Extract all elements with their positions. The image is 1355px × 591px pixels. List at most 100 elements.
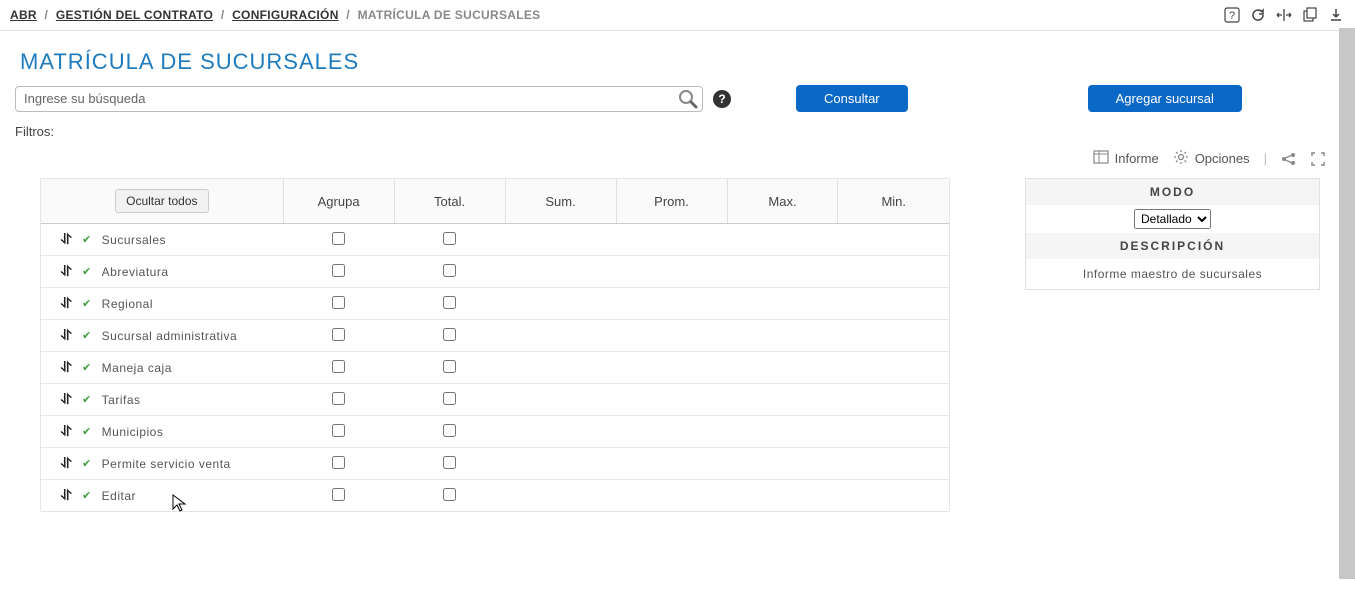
row-label: Regional — [102, 297, 153, 311]
sort-icon[interactable]: ⥯ — [61, 263, 72, 280]
sort-icon[interactable]: ⥯ — [61, 295, 72, 312]
row-label: Editar — [102, 489, 136, 503]
breadcrumb: ABR / GESTIÓN DEL CONTRATO / CONFIGURACI… — [10, 8, 540, 22]
breadcrumb-item-0[interactable]: ABR — [10, 8, 37, 22]
desc-text: Informe maestro de sucursales — [1026, 259, 1319, 289]
agrupa-checkbox[interactable] — [332, 264, 345, 277]
total-checkbox[interactable] — [443, 328, 456, 341]
col-sum: Sum. — [505, 179, 616, 224]
row-label: Sucursales — [102, 233, 166, 247]
table-row: ⥯ ✔ Maneja caja — [41, 352, 949, 384]
agrupa-checkbox[interactable] — [332, 232, 345, 245]
total-checkbox[interactable] — [443, 232, 456, 245]
agrupa-checkbox[interactable] — [332, 360, 345, 373]
breadcrumb-sep: / — [346, 8, 350, 22]
filters-label: Filtros: — [0, 118, 1355, 145]
breadcrumb-sep: / — [221, 8, 225, 22]
col-max: Max. — [727, 179, 838, 224]
sort-icon[interactable]: ⥯ — [61, 327, 72, 344]
breadcrumb-item-1[interactable]: GESTIÓN DEL CONTRATO — [56, 8, 213, 22]
content-row: Ocultar todos Agrupa Total. Sum. Prom. M… — [0, 178, 1355, 512]
row-label: Maneja caja — [102, 361, 172, 375]
config-table-panel: Ocultar todos Agrupa Total. Sum. Prom. M… — [40, 178, 950, 512]
total-checkbox[interactable] — [443, 296, 456, 309]
help-icon[interactable]: ? — [1223, 6, 1241, 24]
mode-header: MODO — [1026, 179, 1319, 205]
add-branch-button[interactable]: Agregar sucursal — [1088, 85, 1242, 112]
share-tool[interactable] — [1281, 152, 1297, 166]
tool-separator: | — [1264, 151, 1267, 166]
table-row: ⥯ ✔ Sucursales — [41, 224, 949, 256]
col-min: Min. — [838, 179, 949, 224]
page-title: MATRÍCULA DE SUCURSALES — [0, 31, 1355, 85]
copy-icon[interactable] — [1301, 6, 1319, 24]
col-agrupa: Agrupa — [283, 179, 394, 224]
agrupa-checkbox[interactable] — [332, 488, 345, 501]
table-row: ⥯ ✔ Abreviatura — [41, 256, 949, 288]
agrupa-checkbox[interactable] — [332, 392, 345, 405]
col-prom: Prom. — [616, 179, 727, 224]
refresh-icon[interactable] — [1249, 6, 1267, 24]
agrupa-checkbox[interactable] — [332, 296, 345, 309]
download-icon[interactable] — [1327, 6, 1345, 24]
gear-icon — [1173, 149, 1189, 168]
sort-icon[interactable]: ⥯ — [61, 423, 72, 440]
total-checkbox[interactable] — [443, 456, 456, 469]
breadcrumb-current: MATRÍCULA DE SUCURSALES — [358, 8, 541, 22]
row-label: Tarifas — [102, 393, 141, 407]
desc-header: DESCRIPCIÓN — [1026, 233, 1319, 259]
search-input[interactable] — [15, 86, 703, 112]
svg-text:?: ? — [1229, 10, 1235, 22]
total-checkbox[interactable] — [443, 392, 456, 405]
agrupa-checkbox[interactable] — [332, 328, 345, 341]
breadcrumb-item-2[interactable]: CONFIGURACIÓN — [232, 8, 339, 22]
options-label: Opciones — [1195, 151, 1250, 166]
sort-icon[interactable]: ⥯ — [61, 487, 72, 504]
total-checkbox[interactable] — [443, 360, 456, 373]
table-row: ⥯ ✔ Editar — [41, 480, 949, 512]
check-icon: ✔ — [82, 361, 92, 374]
breadcrumb-sep: / — [45, 8, 49, 22]
row-label: Permite servicio venta — [102, 457, 231, 471]
search-help-icon[interactable]: ? — [713, 90, 731, 108]
check-icon: ✔ — [82, 297, 92, 310]
total-checkbox[interactable] — [443, 264, 456, 277]
col-total: Total. — [394, 179, 505, 224]
top-toolbar: ? — [1223, 6, 1345, 24]
row-label: Sucursal administrativa — [102, 329, 238, 343]
check-icon: ✔ — [82, 489, 92, 502]
search-row: ? Consultar Agregar sucursal — [0, 85, 1355, 118]
search-icon[interactable] — [677, 88, 699, 113]
options-tool[interactable]: Opciones — [1173, 149, 1250, 168]
sort-icon[interactable]: ⥯ — [61, 391, 72, 408]
check-icon: ✔ — [82, 233, 92, 246]
agrupa-checkbox[interactable] — [332, 424, 345, 437]
table-row: ⥯ ✔ Sucursal administrativa — [41, 320, 949, 352]
sort-icon[interactable]: ⥯ — [61, 455, 72, 472]
resize-columns-icon[interactable] — [1275, 6, 1293, 24]
table-row: ⥯ ✔ Permite servicio venta — [41, 448, 949, 480]
mode-select[interactable]: Detallado — [1134, 209, 1211, 229]
fullscreen-tool[interactable] — [1311, 152, 1325, 166]
total-checkbox[interactable] — [443, 424, 456, 437]
side-panel: MODO Detallado DESCRIPCIÓN Informe maest… — [1025, 178, 1320, 290]
search-wrap — [15, 86, 703, 112]
check-icon: ✔ — [82, 329, 92, 342]
consult-button[interactable]: Consultar — [796, 85, 908, 112]
top-bar: ABR / GESTIÓN DEL CONTRATO / CONFIGURACI… — [0, 0, 1355, 31]
check-icon: ✔ — [82, 265, 92, 278]
row-label: Abreviatura — [102, 265, 169, 279]
check-icon: ✔ — [82, 457, 92, 470]
sort-icon[interactable]: ⥯ — [61, 231, 72, 248]
table-row: ⥯✔Municipios — [41, 416, 949, 448]
total-checkbox[interactable] — [443, 488, 456, 501]
report-tool[interactable]: Informe — [1093, 150, 1159, 167]
sort-icon[interactable]: ⥯ — [61, 359, 72, 376]
agrupa-checkbox[interactable] — [332, 456, 345, 469]
table-row: ⥯ ✔ Regional — [41, 288, 949, 320]
check-icon: ✔ — [82, 393, 92, 406]
table-row: ⥯ ✔ Tarifas — [41, 384, 949, 416]
vertical-scrollbar[interactable] — [1339, 28, 1355, 579]
hide-all-button[interactable]: Ocultar todos — [115, 189, 208, 213]
row-label: Municipios — [102, 425, 164, 439]
